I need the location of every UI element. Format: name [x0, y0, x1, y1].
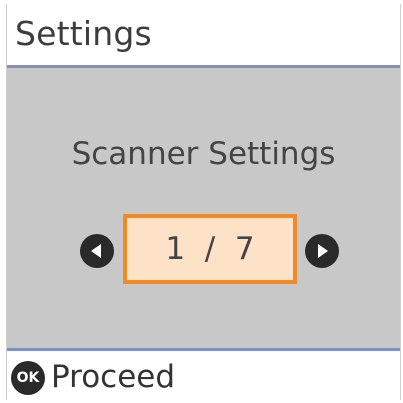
page-navigator: 1 / 7 [7, 214, 400, 284]
proceed-label: Proceed [51, 359, 176, 395]
circle-arrow-left-icon[interactable] [80, 234, 114, 268]
ok-button-icon[interactable]: OK [11, 361, 45, 395]
menu-item-heading[interactable]: Scanner Settings [7, 134, 400, 174]
page-indicator: 1 / 7 [123, 214, 297, 284]
content-panel: Scanner Settings 1 / 7 [7, 68, 400, 348]
page-title: Settings [15, 14, 152, 53]
title-bar: Settings [7, 4, 400, 68]
printer-lcd-screen: Settings Scanner Settings 1 / 7 OK Proce… [6, 4, 401, 400]
button-hint-bar: OK Proceed [7, 348, 400, 400]
circle-arrow-right-icon[interactable] [305, 234, 339, 268]
